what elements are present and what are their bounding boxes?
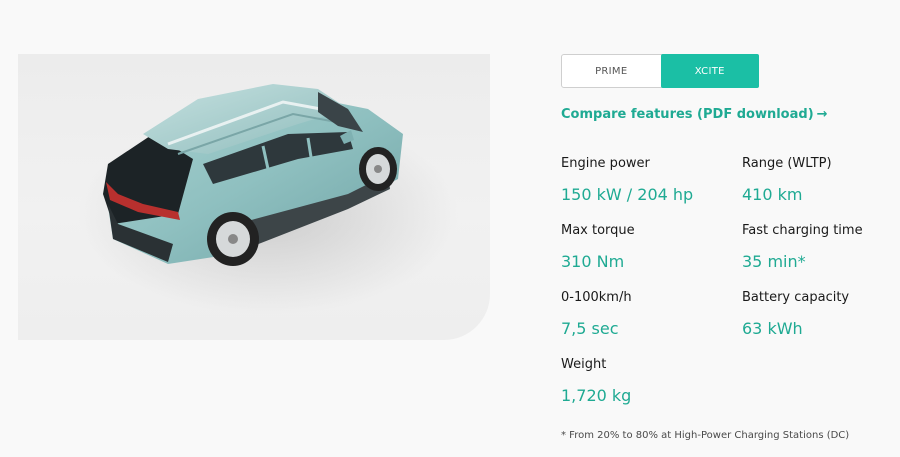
spec-engine-power: Engine power 150 kW / 204 hp xyxy=(561,156,693,204)
car-image xyxy=(18,54,490,340)
spec-label: Range (WLTP) xyxy=(742,156,832,171)
spec-fast-charging: Fast charging time 35 min* xyxy=(742,223,863,271)
spec-weight: Weight 1,720 kg xyxy=(561,357,631,405)
spec-max-torque: Max torque 310 Nm xyxy=(561,223,635,271)
compare-features-link[interactable]: Compare features (PDF download) → xyxy=(561,107,828,122)
trim-option-prime[interactable]: PRIME xyxy=(562,55,661,87)
trim-selector: PRIME XCITE xyxy=(561,54,759,88)
spec-range: Range (WLTP) 410 km xyxy=(742,156,832,204)
spec-label: Max torque xyxy=(561,223,635,238)
spec-label: 0-100km/h xyxy=(561,290,632,305)
spec-value: 7,5 sec xyxy=(561,319,619,338)
spec-value: 150 kW / 204 hp xyxy=(561,185,694,204)
spec-value: 35 min* xyxy=(742,252,806,271)
spec-acceleration: 0-100km/h 7,5 sec xyxy=(561,290,632,338)
spec-label: Weight xyxy=(561,357,607,372)
spec-label: Battery capacity xyxy=(742,290,850,305)
spec-value: 1,720 kg xyxy=(561,386,632,405)
spec-battery-capacity: Battery capacity 63 kWh xyxy=(742,290,849,338)
spec-label: Engine power xyxy=(561,156,650,171)
compare-features-label: Compare features (PDF download) xyxy=(561,107,814,122)
trim-option-xcite[interactable]: XCITE xyxy=(660,54,759,88)
spec-value: 310 Nm xyxy=(561,252,625,271)
arrow-right-icon: → xyxy=(816,107,828,122)
charging-footnote: * From 20% to 80% at High-Power Charging… xyxy=(561,430,850,441)
car-illustration xyxy=(78,84,458,314)
spec-label: Fast charging time xyxy=(742,223,863,238)
spec-value: 63 kWh xyxy=(742,319,803,338)
spec-value: 410 km xyxy=(742,185,803,204)
